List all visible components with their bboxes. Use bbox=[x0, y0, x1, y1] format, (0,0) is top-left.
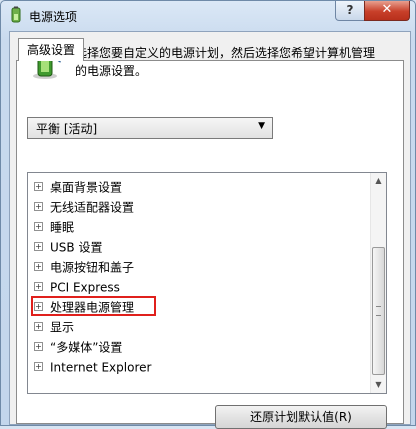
window-title: 电源选项 bbox=[29, 10, 78, 24]
tree-item-label: USB 设置 bbox=[50, 240, 103, 255]
expand-icon[interactable]: + bbox=[34, 202, 43, 211]
tree-item-multimedia[interactable]: + “多媒体”设置 bbox=[34, 338, 122, 356]
expand-icon[interactable]: + bbox=[34, 182, 43, 191]
settings-tree[interactable]: + 桌面背景设置 + 无线适配器设置 + 睡眠 + USB 设置 + 电源按钮和盖子 + P… bbox=[27, 172, 387, 394]
tree-item-label: PCI Express bbox=[50, 280, 120, 295]
tree-item-label: 桌面背景设置 bbox=[50, 180, 123, 195]
tab-advanced-settings[interactable]: 高级设置 bbox=[18, 38, 84, 61]
scrollbar-thumb[interactable] bbox=[372, 247, 385, 375]
tree-item-sleep[interactable]: + 睡眠 bbox=[34, 218, 74, 236]
power-plan-select[interactable]: 平衡 [活动] ▼ bbox=[27, 117, 273, 139]
vertical-scrollbar[interactable]: ▲ ▼ bbox=[370, 173, 386, 393]
expand-icon[interactable]: + bbox=[34, 242, 43, 251]
restore-defaults-button[interactable]: 还原计划默认值(R) bbox=[215, 405, 387, 429]
expand-icon[interactable]: + bbox=[34, 362, 43, 371]
tree-item-desktop-background[interactable]: + 桌面背景设置 bbox=[34, 178, 122, 196]
expand-icon[interactable]: + bbox=[34, 282, 43, 291]
tree-item-pci-express[interactable]: + PCI Express bbox=[34, 278, 120, 296]
tree-item-wireless-adapter[interactable]: + 无线适配器设置 bbox=[34, 198, 134, 216]
description-text: 选择您要自定义的电源计划，然后选择您希望计算机管理的电源设置。 bbox=[75, 46, 376, 78]
power-plan-value: 平衡 [活动] bbox=[36, 122, 98, 136]
tree-item-label: Internet Explorer bbox=[50, 360, 152, 375]
expand-icon[interactable]: + bbox=[34, 262, 43, 271]
help-button[interactable]: ? bbox=[335, 1, 365, 21]
tree-item-label: 处理器电源管理 bbox=[50, 300, 135, 315]
tree-item-internet-explorer[interactable]: + Internet Explorer bbox=[34, 358, 151, 376]
tree-item-label: 睡眠 bbox=[50, 220, 75, 235]
expand-icon[interactable]: + bbox=[34, 322, 43, 331]
tree-item-label: 显示 bbox=[50, 320, 75, 335]
grip-icon bbox=[376, 306, 381, 316]
expand-icon[interactable]: + bbox=[34, 222, 43, 231]
power-options-window: 电源选项 ? ✕ 高级设置 选择您要自定义的电源计划，然后选择您希望计算机管理的… bbox=[0, 0, 416, 429]
tree-item-display[interactable]: + 显示 bbox=[34, 318, 74, 336]
close-button[interactable]: ✕ bbox=[364, 1, 410, 21]
tree-item-processor-power[interactable]: + 处理器电源管理 bbox=[34, 298, 134, 316]
tree-item-label: 无线适配器设置 bbox=[50, 200, 135, 215]
title-bar[interactable]: 电源选项 ? ✕ bbox=[1, 1, 415, 31]
expand-icon[interactable]: + bbox=[34, 342, 43, 351]
power-options-icon bbox=[11, 6, 21, 23]
tree-item-usb[interactable]: + USB 设置 bbox=[34, 238, 102, 256]
expand-icon[interactable]: + bbox=[34, 302, 43, 311]
tree-item-label: “多媒体”设置 bbox=[50, 340, 123, 355]
scroll-down-icon[interactable]: ▼ bbox=[372, 378, 385, 392]
scroll-up-icon[interactable]: ▲ bbox=[372, 174, 385, 188]
tree-item-label: 电源按钮和盖子 bbox=[50, 260, 135, 275]
tree-item-power-buttons[interactable]: + 电源按钮和盖子 bbox=[34, 258, 134, 276]
chevron-down-icon: ▼ bbox=[258, 121, 265, 131]
